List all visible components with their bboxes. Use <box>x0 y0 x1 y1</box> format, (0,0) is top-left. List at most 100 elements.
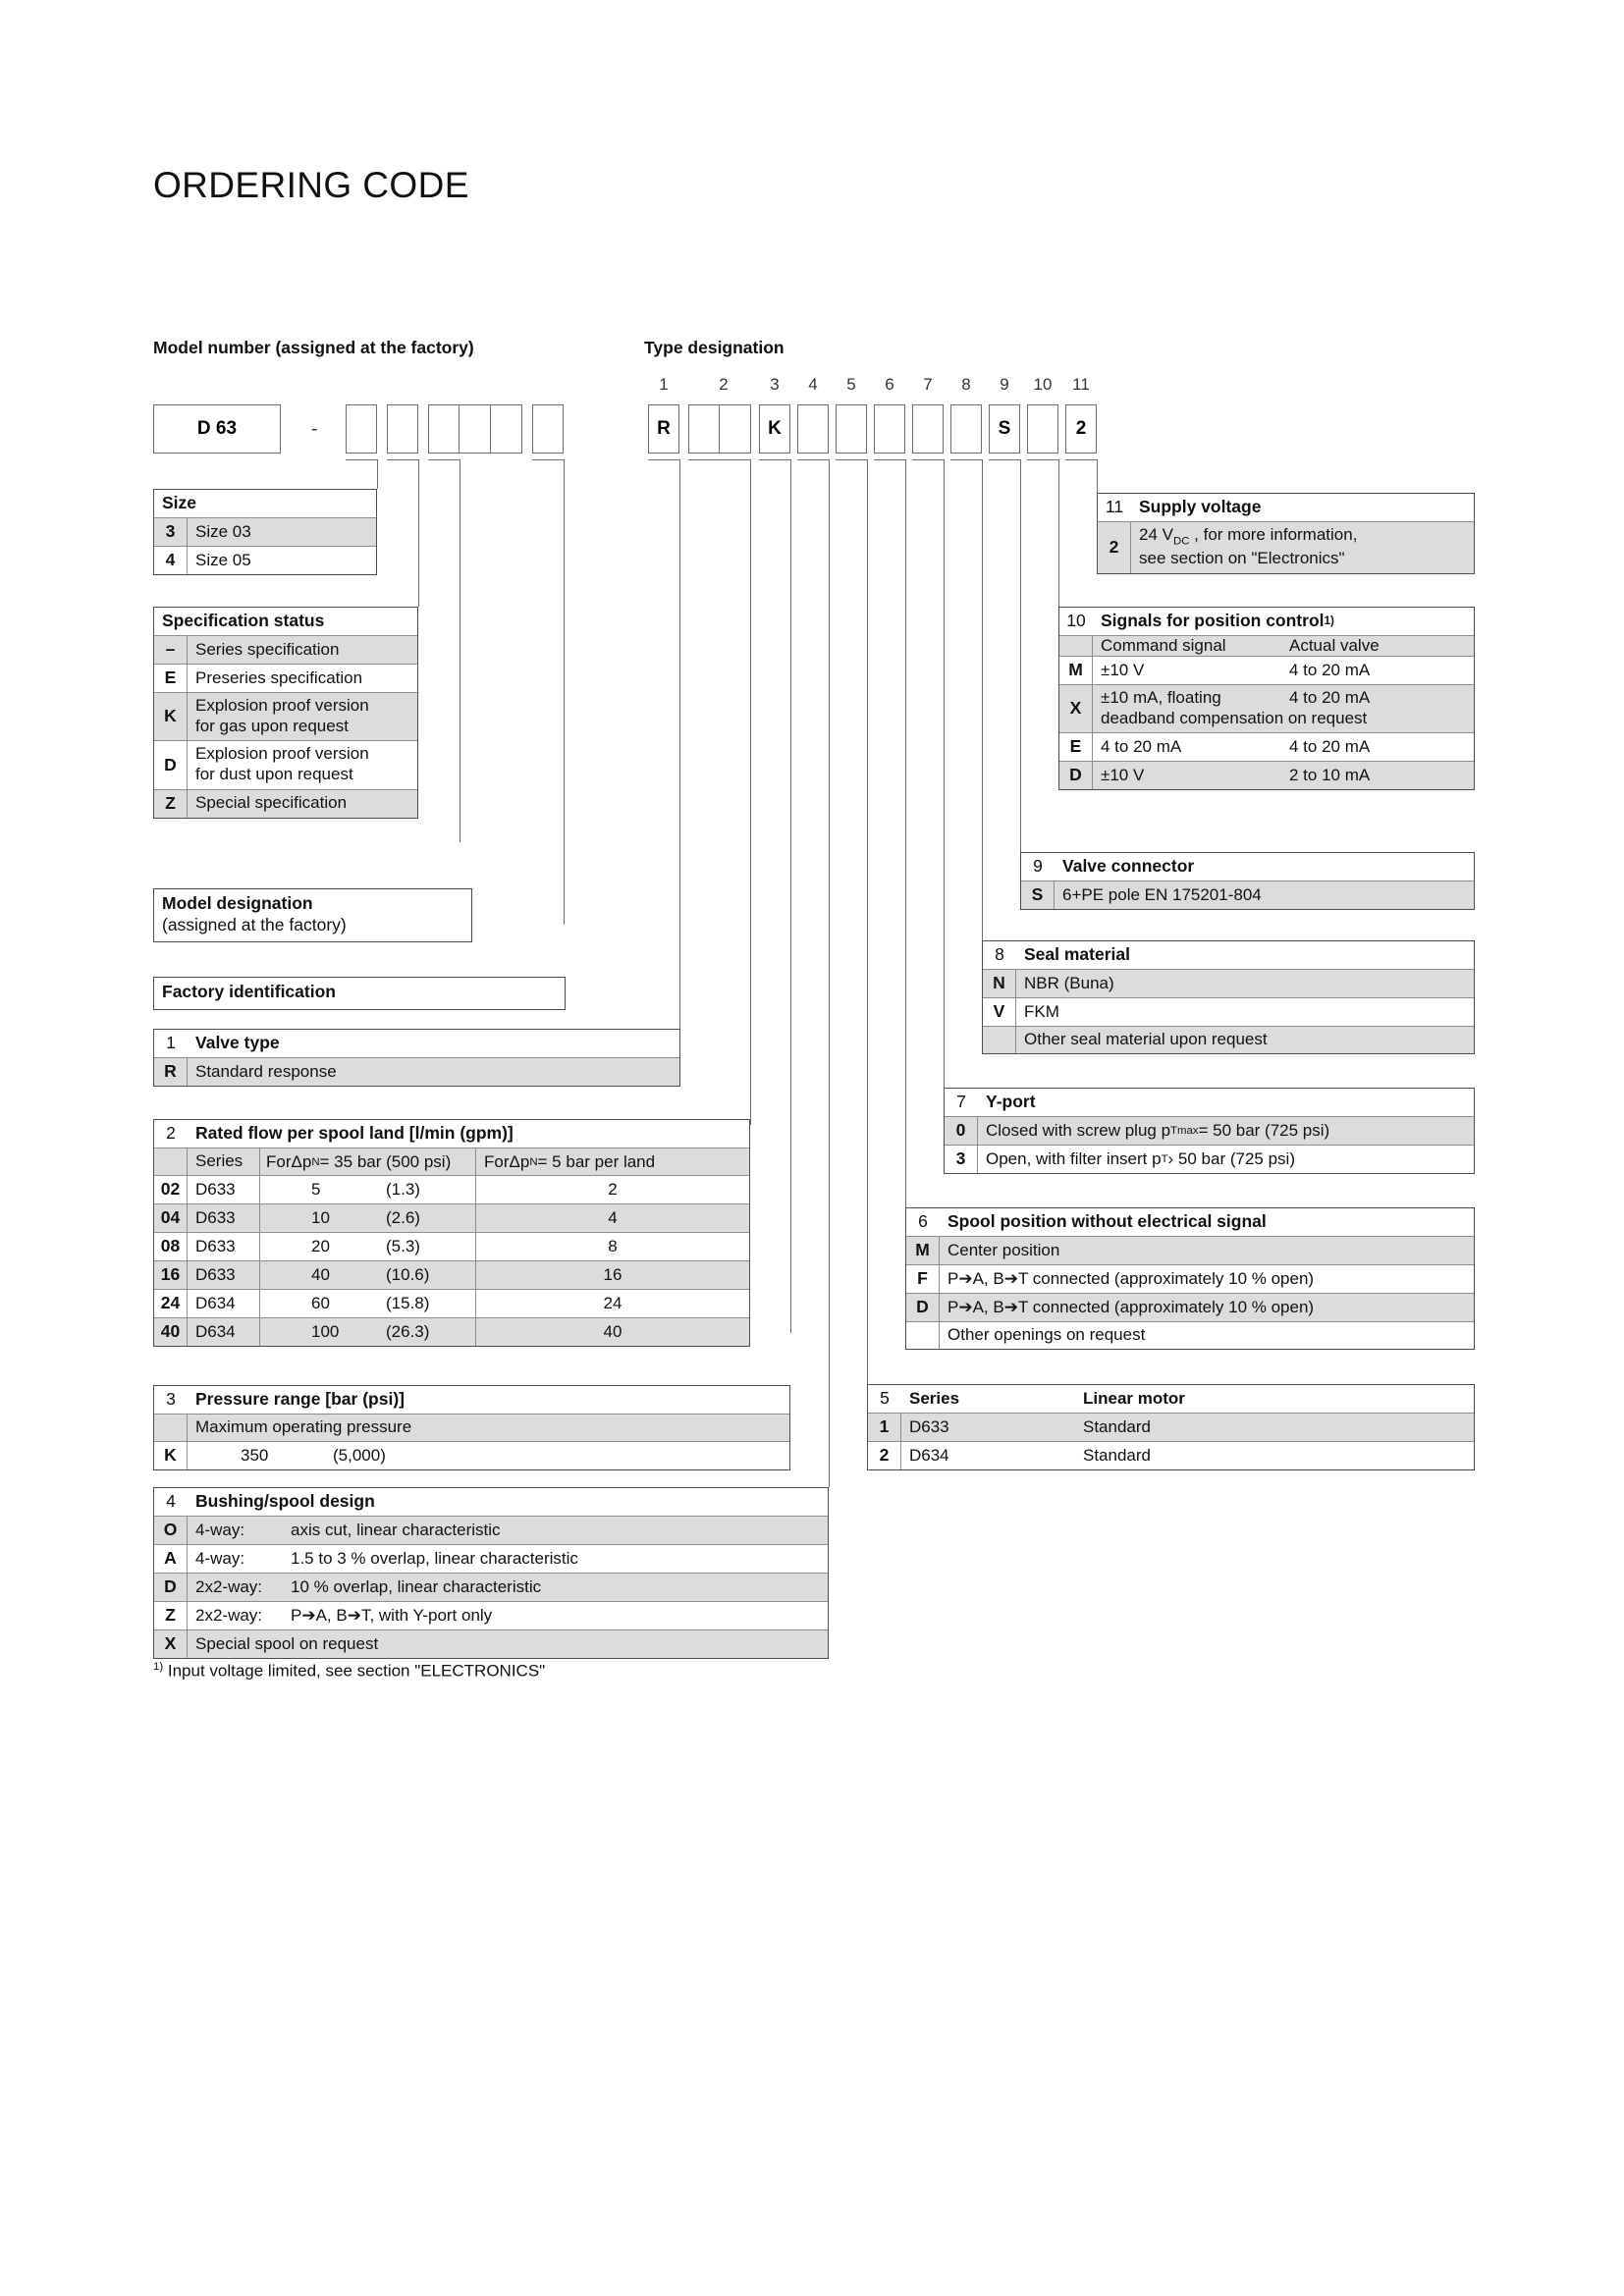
table-row: Other openings on request <box>906 1321 1474 1349</box>
signal-row-command: ±10 mA, floating <box>1101 688 1221 707</box>
section-1-title: Valve type <box>195 1033 280 1052</box>
type-box-9-valve-connector[interactable]: S <box>989 404 1020 454</box>
section-2-col-a-sub: N <box>311 1155 320 1168</box>
section-11-header-row: 11 Supply voltage <box>1098 494 1474 521</box>
type-box-6-spool-position[interactable] <box>874 404 905 454</box>
model-box-designation-2[interactable] <box>460 405 491 453</box>
factory-identification-title: Factory identification <box>162 982 336 1001</box>
section-2-col-a-post: = 35 bar (500 psi) <box>319 1151 452 1171</box>
bushing-row-desc: axis cut, linear characteristic <box>291 1521 501 1539</box>
signal-row-note: deadband compensation on request <box>1101 708 1368 727</box>
section-3-subheader-row: Maximum operating pressure <box>154 1414 789 1441</box>
model-box-designation-group[interactable] <box>428 404 522 454</box>
section-9-title: Valve connector <box>1062 856 1195 876</box>
model-number-caption: Model number (assigned at the factory) <box>153 338 474 357</box>
spec-status-table: Specification status – Series specificat… <box>153 607 418 819</box>
section-2-col-a-pre: For <box>266 1151 292 1171</box>
model-box-spec-status[interactable] <box>387 404 418 454</box>
signal-row-line1: ±10 mA, floating 4 to 20 mA <box>1101 688 1468 709</box>
type-position-number-3: 3 <box>770 375 780 394</box>
signal-row-command: 4 to 20 mA <box>1101 737 1182 757</box>
table-row: X Special spool on request <box>154 1629 828 1658</box>
flow-row-dp35: 20 (5.3) <box>260 1233 476 1260</box>
series-row-motor: Standard <box>1083 1417 1151 1436</box>
section-2-col-b-pre: For <box>484 1151 510 1171</box>
type-box-7-y-port[interactable] <box>912 404 944 454</box>
flow-row-perland: 40 <box>603 1322 623 1341</box>
type-box-4-bushing-spool[interactable] <box>797 404 829 454</box>
table-row: 3 Open, with filter insert pT › 50 bar (… <box>945 1145 1474 1173</box>
connector-type-10-drop <box>1058 459 1060 607</box>
type-box-11-supply-voltage[interactable]: 2 <box>1065 404 1097 454</box>
spec-row-key: K <box>154 693 188 741</box>
yport-row-pre: Open, with filter insert p <box>986 1148 1162 1168</box>
model-prefix-box[interactable]: D 63 <box>153 404 281 454</box>
seal-row-key: N <box>983 970 1016 997</box>
type-position-number-11: 11 <box>1072 375 1090 394</box>
section-11-title: Supply voltage <box>1139 497 1262 516</box>
signal-row-actual: 4 to 20 mA <box>1289 688 1371 707</box>
connector-factory-drop <box>564 459 566 925</box>
connector-type-9-drop <box>1020 459 1022 852</box>
signal-row-command: ±10 V <box>1101 661 1145 679</box>
bushing-row-key: X <box>154 1630 188 1658</box>
flow-row-series: D633 <box>188 1176 260 1203</box>
size-table: Size 3 Size 03 4 Size 05 <box>153 489 377 575</box>
type-box-5-series[interactable] <box>836 404 867 454</box>
table-row: 3 Size 03 <box>154 517 376 546</box>
section-5-series-table: 5 Series Linear motor 1 D633 Standard 2 … <box>867 1384 1475 1470</box>
connector-type-7-drop <box>944 459 946 1088</box>
section-10-title-main: Signals for position control <box>1101 611 1325 630</box>
section-2-column-header-row: Series For Δp N = 35 bar (500 psi) For Δp N =… <box>154 1148 749 1175</box>
type-box-2b[interactable] <box>720 405 750 453</box>
table-row: 40 D634 100 (26.3) 40 <box>154 1317 749 1346</box>
type-box-8-seal-material[interactable] <box>950 404 982 454</box>
table-row: 1 D633 Standard <box>868 1413 1474 1441</box>
yport-row-value: Closed with screw plug p Tmax = 50 bar (7… <box>978 1117 1474 1145</box>
section-8-seal-material-table: 8 Seal material N NBR (Buna) V FKM Other… <box>982 940 1475 1054</box>
connector-type-5-drop <box>867 459 869 1384</box>
table-row: A 4-way: 1.5 to 3 % overlap, linear char… <box>154 1544 828 1573</box>
section-5-title: Series <box>909 1389 960 1408</box>
section-6-header-row: 6 Spool position without electrical sign… <box>906 1208 1474 1236</box>
table-row: D ±10 V 2 to 10 mA <box>1059 761 1474 790</box>
table-row: D Explosion proof version for dust upon … <box>154 740 417 789</box>
type-box-2-rated-flow[interactable] <box>688 404 751 454</box>
footnote: 1) Input voltage limited, see section "E… <box>153 1661 545 1682</box>
bushing-row-key: D <box>154 1574 188 1601</box>
connector-row-key: S <box>1021 881 1055 909</box>
bushing-row-desc: P➔A, B➔T, with Y-port only <box>291 1606 493 1625</box>
table-row: – Series specification <box>154 635 417 664</box>
connector-type-3-drop <box>790 459 792 1333</box>
spec-row-value: Preseries specification <box>195 667 363 687</box>
spool-pos-row-value: P➔A, B➔T connected (approximately 10 % o… <box>947 1268 1315 1288</box>
section-2-title: Rated flow per spool land [l/min (gpm)] <box>195 1123 514 1143</box>
bushing-row-key: O <box>154 1517 188 1544</box>
section-8-header-row: 8 Seal material <box>983 941 1474 969</box>
type-position-number-2: 2 <box>719 375 729 394</box>
type-position-number-9: 9 <box>1000 375 1009 394</box>
factory-identification-box: Factory identification <box>153 977 566 1010</box>
supply-voltage-sub: DC <box>1172 535 1190 548</box>
page-title: ORDERING CODE <box>153 165 469 205</box>
size-row-value: Size 05 <box>195 550 251 569</box>
section-1-number: 1 <box>166 1033 176 1052</box>
type-position-number-1: 1 <box>659 375 669 394</box>
flow-row-lmin: 60 <box>311 1294 330 1312</box>
footnote-text: Input voltage limited, see section "ELEC… <box>167 1661 546 1681</box>
type-box-10-signals[interactable] <box>1027 404 1058 454</box>
spec-row-key: D <box>154 741 188 789</box>
flow-row-gpm: (26.3) <box>386 1322 430 1341</box>
yport-row-pre: Closed with screw plug p <box>986 1120 1171 1140</box>
model-box-designation-3[interactable] <box>491 405 521 453</box>
model-box-factory-id[interactable] <box>532 404 564 454</box>
signal-row-actual: 2 to 10 mA <box>1289 766 1371 785</box>
seal-row-value: NBR (Buna) <box>1024 973 1114 992</box>
model-designation-box: Model designation (assigned at the facto… <box>153 888 472 942</box>
flow-row-gpm: (15.8) <box>386 1294 430 1312</box>
type-box-3-pressure-range[interactable]: K <box>759 404 790 454</box>
type-box-1-valve-type[interactable]: R <box>648 404 679 454</box>
model-box-size[interactable] <box>346 404 377 454</box>
type-box-2a[interactable] <box>689 405 721 453</box>
model-box-designation-1[interactable] <box>429 405 460 453</box>
